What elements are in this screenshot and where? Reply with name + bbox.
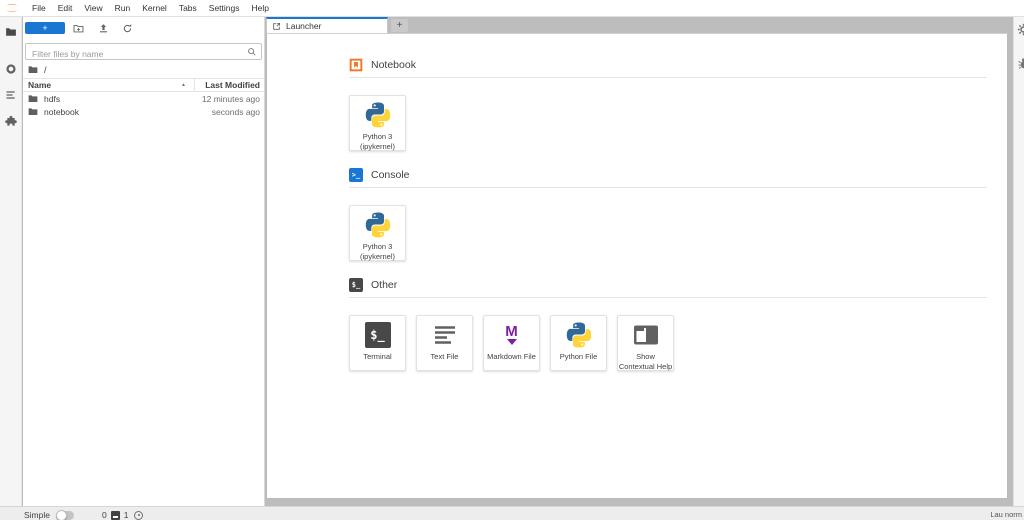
tab-bar: Launcher + (266, 17, 1013, 33)
new-folder-icon[interactable] (71, 22, 85, 35)
column-name-label: Name (28, 80, 51, 90)
status-left-group: Simple (24, 510, 74, 520)
running-sessions-icon[interactable] (4, 62, 17, 75)
notebook-icon (349, 58, 363, 72)
column-header-name[interactable]: Name ▲ (23, 80, 194, 90)
section-title: Notebook (371, 59, 416, 71)
menu-help[interactable]: Help (246, 0, 275, 16)
menu-bar: File Edit View Run Kernel Tabs Settings … (0, 0, 1024, 17)
simple-mode-toggle[interactable] (56, 511, 74, 520)
kernels-count: 1 (124, 510, 129, 520)
menu-file[interactable]: File (26, 0, 52, 16)
card-label: Python 3 (ipykernel) (351, 132, 405, 152)
status-right-text: Lau norm (990, 510, 1022, 519)
file-name: hdfs (44, 94, 202, 104)
notifications-bell-icon[interactable] (134, 511, 143, 520)
filter-files-box (25, 43, 262, 60)
python-icon (565, 321, 593, 349)
terminals-count: 0 (102, 510, 107, 520)
section-other: $_ Other $_ Terminal (349, 278, 987, 371)
new-launcher-button[interactable]: + (25, 22, 65, 34)
search-icon (247, 47, 257, 57)
menu-settings[interactable]: Settings (203, 0, 246, 16)
file-browser-icon[interactable] (4, 25, 17, 38)
terminal-icon: $_ (349, 278, 363, 292)
section-title: Other (371, 279, 397, 291)
filter-files-input[interactable] (26, 47, 261, 62)
markdown-icon: M (498, 321, 526, 349)
breadcrumb-root[interactable]: / (44, 65, 47, 75)
right-activity-bar (1013, 17, 1024, 506)
file-row-hdfs[interactable]: hdfs 12 minutes ago (23, 92, 264, 105)
table-of-contents-icon[interactable] (4, 88, 17, 101)
launch-card-notebook-python3[interactable]: Python 3 (ipykernel) (349, 95, 406, 151)
file-modified: seconds ago (212, 107, 264, 117)
file-name: notebook (44, 107, 212, 117)
card-label: Markdown File (485, 352, 539, 362)
card-label: Python File (552, 352, 606, 362)
sessions-indicator[interactable]: 0 1 (102, 510, 143, 520)
text-file-icon (431, 321, 459, 349)
launch-card-contextual-help[interactable]: Show Contextual Help (617, 315, 674, 371)
section-console-header: >_ Console (349, 168, 987, 188)
console-icon: >_ (349, 168, 363, 182)
jupyterlab-window: { "menu": { "items": ["File", "Edit", "V… (0, 0, 1024, 520)
python-icon (364, 211, 392, 239)
tab-launcher[interactable]: Launcher (266, 17, 388, 33)
contextual-help-icon (632, 321, 660, 349)
refresh-icon[interactable] (120, 22, 134, 35)
section-console: >_ Console Python 3 (ipykernel) (349, 168, 987, 261)
python-icon (364, 101, 392, 129)
section-title: Console (371, 169, 410, 181)
card-label: Show Contextual Help (619, 352, 673, 372)
column-header-last-modified[interactable]: Last Modified (194, 79, 264, 92)
section-notebook-header: Notebook (349, 58, 987, 78)
menu-tabs[interactable]: Tabs (173, 0, 203, 16)
dock-panel: Launcher + Notebook (266, 17, 1013, 505)
section-notebook: Notebook Python 3 (ipykernel) (349, 58, 987, 151)
file-modified: 12 minutes ago (202, 94, 264, 104)
launcher-content: Notebook Python 3 (ipykernel) (266, 33, 1008, 499)
section-other-header: $_ Other (349, 278, 987, 298)
new-tab-button[interactable]: + (391, 19, 408, 32)
menu-kernel[interactable]: Kernel (136, 0, 173, 16)
file-browser-toolbar: + (23, 20, 264, 41)
left-activity-bar (0, 17, 22, 506)
folder-icon (28, 107, 38, 116)
breadcrumb: / (23, 62, 264, 77)
launch-card-console-python3[interactable]: Python 3 (ipykernel) (349, 205, 406, 261)
launch-card-markdown-file[interactable]: M Markdown File (483, 315, 540, 371)
extensions-icon[interactable] (4, 114, 17, 127)
card-label: Text File (418, 352, 472, 362)
terminal-icon: $_ (364, 321, 392, 349)
simple-mode-label: Simple (24, 510, 50, 520)
status-bar: Simple 0 1 Lau norm (0, 506, 1024, 520)
launch-card-text-file[interactable]: Text File (416, 315, 473, 371)
property-inspector-icon[interactable] (1017, 23, 1024, 36)
folder-icon (28, 94, 38, 103)
file-list-header: Name ▲ Last Modified (23, 78, 264, 92)
sort-ascending-icon: ▲ (181, 82, 186, 88)
launcher-tab-icon (272, 22, 281, 31)
upload-icon[interactable] (96, 22, 110, 35)
terminal-status-icon (111, 511, 120, 520)
card-label: Python 3 (ipykernel) (351, 242, 405, 262)
file-row-notebook[interactable]: notebook seconds ago (23, 105, 264, 118)
menu-view[interactable]: View (78, 0, 108, 16)
launch-card-terminal[interactable]: $_ Terminal (349, 315, 406, 371)
home-folder-icon[interactable] (28, 65, 38, 74)
menu-run[interactable]: Run (109, 0, 137, 16)
card-label: Terminal (351, 352, 405, 362)
jupyter-logo-icon (5, 2, 19, 14)
file-browser-panel: + / Name ▲ Last Modified hdfs 12 minutes… (23, 17, 265, 506)
menu-edit[interactable]: Edit (52, 0, 79, 16)
debugger-icon[interactable] (1017, 57, 1024, 70)
tab-launcher-label: Launcher (286, 21, 321, 31)
launch-card-python-file[interactable]: Python File (550, 315, 607, 371)
